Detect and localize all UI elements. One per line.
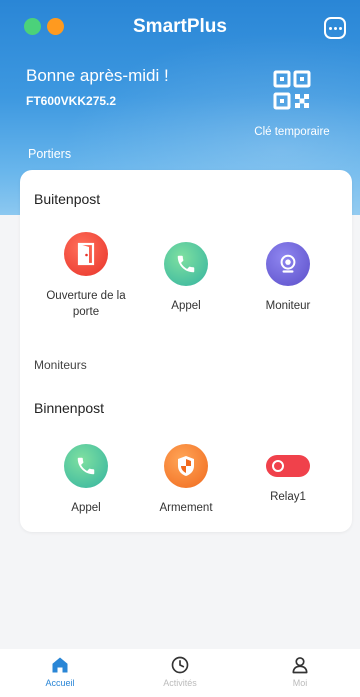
greeting-text: Bonne après-midi ! xyxy=(26,66,169,85)
monitors-section-label: Moniteurs xyxy=(34,358,87,372)
arming-button[interactable]: Armement xyxy=(138,444,234,516)
monitor-button[interactable]: Moniteur xyxy=(240,242,336,314)
tab-accueil[interactable]: Accueil xyxy=(20,649,100,688)
outdoor-station-title: Buitenpost xyxy=(34,191,101,207)
qr-code-icon xyxy=(273,70,311,110)
tab-moi[interactable]: Moi xyxy=(260,649,340,688)
call-outdoor-label: Appel xyxy=(171,300,201,312)
toggle-icon xyxy=(266,455,310,477)
monitor-label: Moniteur xyxy=(265,300,311,312)
relay1-toggle[interactable]: Relay1 xyxy=(240,444,336,505)
portiers-section-label: Portiers xyxy=(28,147,72,161)
device-id: FT600VKK275.2 xyxy=(26,94,117,108)
phone-icon xyxy=(64,444,108,488)
door-open-icon xyxy=(64,232,108,276)
temporary-key-button[interactable]: Clé temporaire xyxy=(242,70,342,138)
dot-icon xyxy=(328,26,332,30)
tab-activites-label: Activités xyxy=(163,678,197,688)
indoor-station-title: Binnenpost xyxy=(34,400,105,416)
call-indoor-label: Appel xyxy=(71,502,101,514)
open-door-label: Ouverture de la porte xyxy=(46,290,126,318)
user-icon xyxy=(292,657,308,674)
app-title: SmartPlus xyxy=(133,16,227,37)
tab-moi-label: Moi xyxy=(292,678,308,688)
tab-accueil-label: Accueil xyxy=(45,678,75,688)
call-indoor-button[interactable]: Appel xyxy=(38,444,134,516)
phone-icon xyxy=(164,242,208,286)
shield-icon xyxy=(164,444,208,488)
dot-icon xyxy=(333,26,337,30)
clock-icon xyxy=(171,656,189,674)
camera-icon xyxy=(266,242,310,286)
open-door-button[interactable]: Ouverture de la porte xyxy=(38,232,134,320)
relay1-label: Relay1 xyxy=(270,491,306,503)
bottom-tab-bar: Accueil Activités Moi xyxy=(0,649,360,697)
home-icon xyxy=(52,657,68,673)
tab-activites[interactable]: Activités xyxy=(140,649,220,688)
more-options-button[interactable] xyxy=(324,17,346,39)
call-outdoor-button[interactable]: Appel xyxy=(138,242,234,314)
devices-card: Buitenpost Ouverture de la porte Appel M… xyxy=(20,170,352,532)
arming-label: Armement xyxy=(159,502,213,514)
temporary-key-label: Clé temporaire xyxy=(254,126,330,138)
dot-icon xyxy=(338,26,342,30)
